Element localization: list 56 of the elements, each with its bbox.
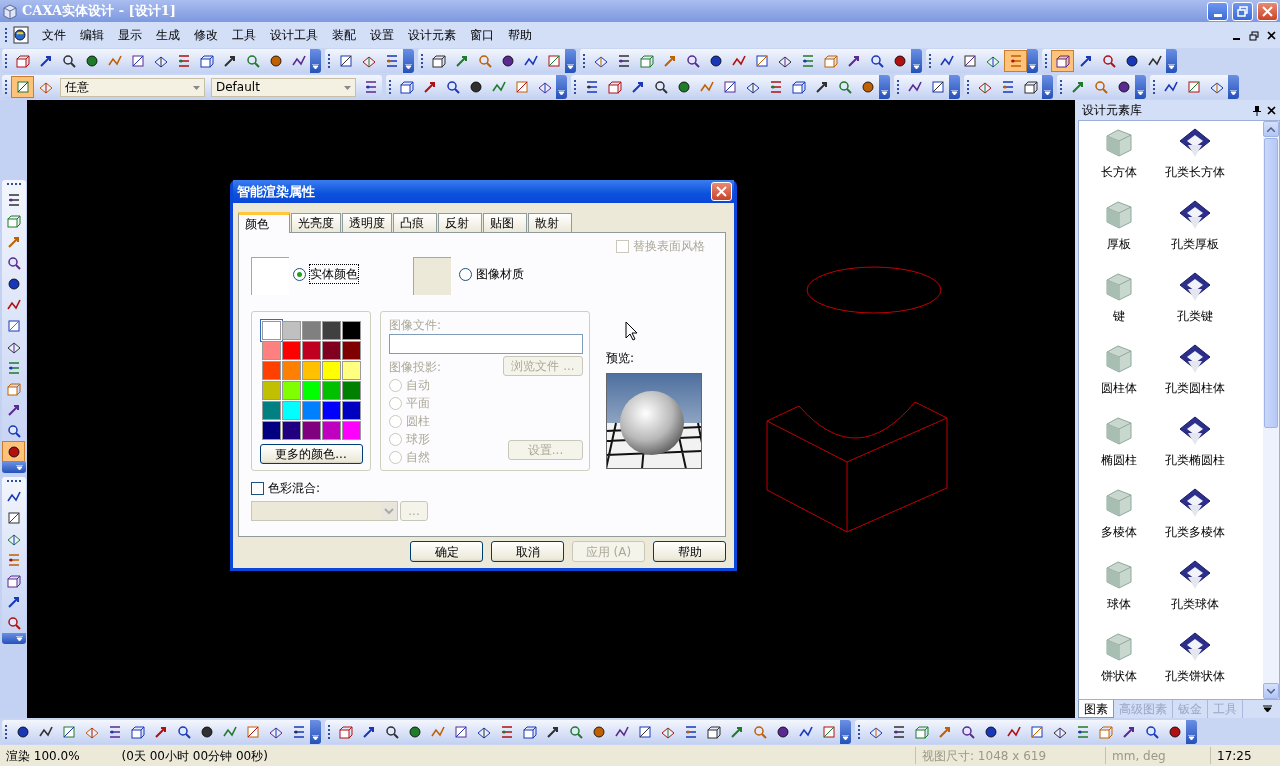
menu-item[interactable]: 设置 bbox=[363, 26, 401, 44]
menu-item[interactable]: 帮助 bbox=[501, 26, 539, 44]
library-item-label[interactable]: 孔类饼状体 bbox=[1165, 667, 1225, 685]
library-item-label[interactable]: 孔类长方体 bbox=[1165, 163, 1225, 181]
style-dropdown[interactable]: Default bbox=[211, 77, 356, 97]
library-item-label[interactable]: 长方体 bbox=[1101, 163, 1137, 181]
library-item-label[interactable]: 厚板 bbox=[1107, 235, 1131, 253]
preview-label: 预览: bbox=[606, 350, 636, 367]
dialog-tab[interactable]: 贴图 bbox=[483, 213, 527, 232]
field-label: 图像投影: bbox=[389, 359, 442, 376]
window-title: CAXA实体设计 - [设计1] bbox=[22, 2, 177, 21]
status-clock: 17:25 bbox=[1210, 747, 1280, 764]
library-item-label[interactable]: 孔类球体 bbox=[1171, 595, 1219, 613]
status-text: 渲染 100.0% bbox=[5, 747, 81, 764]
library-item-label[interactable]: 饼状体 bbox=[1101, 667, 1137, 685]
menu-item[interactable]: 显示 bbox=[111, 26, 149, 44]
dialog-button[interactable]: 帮助 bbox=[653, 541, 726, 562]
field-label: 图像文件: bbox=[389, 317, 443, 334]
color-source-radio[interactable]: 图像材质 bbox=[459, 265, 524, 283]
library-item-label[interactable]: 键 bbox=[1113, 307, 1125, 325]
menu-item[interactable]: 设计元素 bbox=[401, 26, 463, 44]
menu-item[interactable]: 文件 bbox=[35, 26, 73, 44]
status-text: (0天 00小时 00分钟 00秒) bbox=[120, 747, 269, 764]
color-blend-checkbox[interactable]: 色彩混合: bbox=[251, 479, 715, 497]
menu-item[interactable]: 设计工具 bbox=[263, 26, 325, 44]
dialog-tab[interactable]: 颜色 bbox=[238, 212, 290, 233]
status-text: 视图尺寸: 1048 x 619 bbox=[915, 747, 1105, 764]
library-item-label[interactable]: 孔类多棱体 bbox=[1165, 523, 1225, 541]
library-item-label[interactable]: 球体 bbox=[1107, 595, 1131, 613]
menu-item[interactable]: 编辑 bbox=[73, 26, 111, 44]
dialog-title: 智能渲染属性 bbox=[237, 182, 315, 201]
dialog-tab[interactable]: 散射 bbox=[528, 213, 572, 232]
dialog-tab[interactable]: 反射 bbox=[438, 213, 482, 232]
dialog-tab[interactable]: 凸痕 bbox=[393, 213, 437, 232]
library-item-label[interactable]: 多棱体 bbox=[1101, 523, 1137, 541]
menu-item[interactable]: 装配 bbox=[325, 26, 363, 44]
dialog-button[interactable]: 取消 bbox=[491, 541, 564, 562]
library-item-label[interactable]: 椭圆柱 bbox=[1101, 451, 1137, 469]
library-item-label[interactable]: 圆柱体 bbox=[1101, 379, 1137, 397]
menu-item[interactable]: 生成 bbox=[149, 26, 187, 44]
status-text: mm, deg bbox=[1105, 747, 1210, 764]
panel-tab[interactable]: 图素 bbox=[1078, 700, 1114, 718]
panel-title: 设计元素库 bbox=[1082, 102, 1143, 119]
dialog-button[interactable]: 确定 bbox=[410, 541, 483, 562]
more-colors-button[interactable]: 更多的颜色... bbox=[259, 444, 363, 464]
menu-item[interactable]: 修改 bbox=[187, 26, 225, 44]
library-item-label[interactable]: 孔类厚板 bbox=[1171, 235, 1219, 253]
color-source-radio[interactable]: 实体颜色 bbox=[293, 265, 358, 283]
selection-filter-dropdown[interactable]: 任意 bbox=[60, 77, 205, 97]
menu-item[interactable]: 工具 bbox=[225, 26, 263, 44]
dialog-tab[interactable]: 透明度 bbox=[342, 213, 392, 232]
library-item-label[interactable]: 孔类圆柱体 bbox=[1165, 379, 1225, 397]
library-item-label[interactable]: 孔类键 bbox=[1177, 307, 1213, 325]
dialog-tab[interactable]: 光亮度 bbox=[291, 213, 341, 232]
library-item-label[interactable]: 孔类椭圆柱 bbox=[1165, 451, 1225, 469]
menu-item[interactable]: 窗口 bbox=[463, 26, 501, 44]
